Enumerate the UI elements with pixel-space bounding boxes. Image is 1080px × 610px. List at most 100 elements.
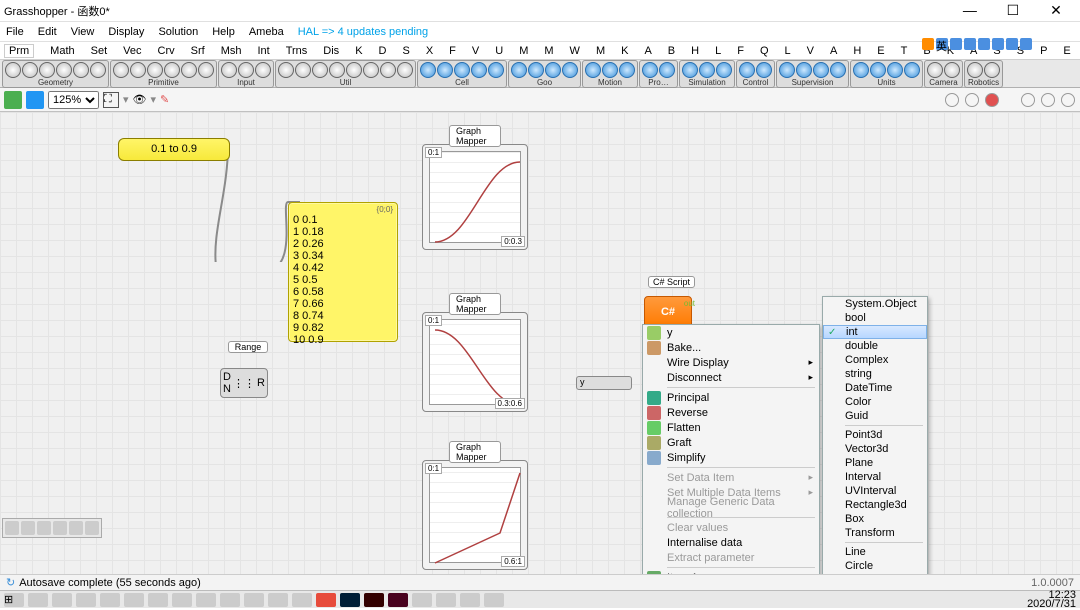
shade-mode-2[interactable] <box>1041 93 1055 107</box>
type-complex[interactable]: Complex <box>823 353 927 367</box>
tool-icon[interactable] <box>659 62 675 78</box>
tool-icon[interactable] <box>739 62 755 78</box>
tool-icon[interactable] <box>164 62 180 78</box>
tool-icon[interactable] <box>511 62 527 78</box>
type-int[interactable]: int <box>823 325 927 339</box>
graph-mapper-1[interactable]: Graph Mapper 0:1 0:0.3 <box>422 144 528 250</box>
tool-icon[interactable] <box>984 62 1000 78</box>
tool-icon[interactable] <box>221 62 237 78</box>
tool-icon[interactable] <box>181 62 197 78</box>
canvas[interactable]: 0.1 to 0.9 Range DN ⋮⋮ R {0;0} 0 0.11 0.… <box>0 112 1080 574</box>
tab-m[interactable]: M <box>544 45 553 57</box>
menu-solution[interactable]: Solution <box>158 26 198 38</box>
qt-5[interactable] <box>69 521 83 535</box>
tool-icon[interactable] <box>420 62 436 78</box>
tab-math[interactable]: Math <box>50 45 74 57</box>
tab-a[interactable]: A <box>830 45 837 57</box>
tool-icon[interactable] <box>73 62 89 78</box>
tool-icon[interactable] <box>295 62 311 78</box>
tool-icon[interactable] <box>642 62 658 78</box>
tool-icon[interactable] <box>779 62 795 78</box>
tool-icon[interactable] <box>585 62 601 78</box>
start-button[interactable]: ⊞ <box>4 593 24 607</box>
zoom-select[interactable]: 125% <box>48 91 99 109</box>
tab-s[interactable]: S <box>402 45 409 57</box>
display-mode-3[interactable] <box>985 93 999 107</box>
ctx-reverse[interactable]: Reverse <box>643 405 819 420</box>
menu-edit[interactable]: Edit <box>38 26 57 38</box>
tab-f[interactable]: F <box>449 45 456 57</box>
tab-k[interactable]: K <box>621 45 628 57</box>
tab-k[interactable]: K <box>355 45 362 57</box>
tool-icon[interactable] <box>944 62 960 78</box>
type-box[interactable]: Box <box>823 512 927 526</box>
type-uvinterval[interactable]: UVInterval <box>823 484 927 498</box>
ctx-wire-display[interactable]: Wire Display <box>643 355 819 370</box>
tool-icon[interactable] <box>796 62 812 78</box>
graph-mapper-2[interactable]: Graph Mapper 0:1 0.3:0.6 <box>422 312 528 412</box>
ctx-simplify[interactable]: Simplify <box>643 450 819 465</box>
tab-h[interactable]: H <box>691 45 699 57</box>
type-datetime[interactable]: DateTime <box>823 381 927 395</box>
type-vector3d[interactable]: Vector3d <box>823 442 927 456</box>
menu-ameba[interactable]: Ameba <box>249 26 284 38</box>
type-rectangle3d[interactable]: Rectangle3d <box>823 498 927 512</box>
open-icon[interactable] <box>26 91 44 109</box>
type-line[interactable]: Line <box>823 545 927 559</box>
type-plane[interactable]: Plane <box>823 456 927 470</box>
tab-prm[interactable]: Prm <box>4 44 34 58</box>
preview-icon[interactable]: 👁 <box>133 93 147 106</box>
tab-crv[interactable]: Crv <box>158 45 175 57</box>
ctx-internalise-data[interactable]: Internalise data <box>643 535 819 550</box>
tool-icon[interactable] <box>397 62 413 78</box>
taskview-button[interactable] <box>52 593 72 607</box>
tab-int[interactable]: Int <box>257 45 269 57</box>
ctx-y[interactable]: y <box>643 325 819 340</box>
tool-icon[interactable] <box>870 62 886 78</box>
sketch-icon[interactable]: ✎ <box>160 93 169 106</box>
tab-u[interactable]: U <box>495 45 503 57</box>
tool-icon[interactable] <box>927 62 943 78</box>
tab-a[interactable]: A <box>644 45 651 57</box>
type-string[interactable]: string <box>823 367 927 381</box>
tab-trns[interactable]: Trns <box>286 45 308 57</box>
tool-icon[interactable] <box>853 62 869 78</box>
qt-3[interactable] <box>37 521 51 535</box>
type-transform[interactable]: Transform <box>823 526 927 540</box>
tool-icon[interactable] <box>545 62 561 78</box>
tool-icon[interactable] <box>904 62 920 78</box>
type-circle[interactable]: Circle <box>823 559 927 573</box>
tab-w[interactable]: W <box>570 45 580 57</box>
tab-b[interactable]: B <box>668 45 675 57</box>
tool-icon[interactable] <box>130 62 146 78</box>
tool-icon[interactable] <box>887 62 903 78</box>
type-guid[interactable]: Guid <box>823 409 927 423</box>
panel-component[interactable]: {0;0} 0 0.11 0.182 0.263 0.344 0.425 0.5… <box>288 202 398 342</box>
ctx-flatten[interactable]: Flatten <box>643 420 819 435</box>
tool-icon[interactable] <box>238 62 254 78</box>
menu-display[interactable]: Display <box>108 26 144 38</box>
tab-msh[interactable]: Msh <box>221 45 242 57</box>
tool-icon[interactable] <box>699 62 715 78</box>
tool-icon[interactable] <box>363 62 379 78</box>
tab-set[interactable]: Set <box>91 45 108 57</box>
type-system-object[interactable]: System.Object <box>823 297 927 311</box>
tool-icon[interactable] <box>528 62 544 78</box>
tool-icon[interactable] <box>312 62 328 78</box>
tool-icon[interactable] <box>471 62 487 78</box>
tool-icon[interactable] <box>113 62 129 78</box>
tool-icon[interactable] <box>967 62 983 78</box>
hal-updates-link[interactable]: HAL => 4 updates pending <box>298 26 428 38</box>
type-double[interactable]: double <box>823 339 927 353</box>
tab-q[interactable]: Q <box>760 45 769 57</box>
type-point3d[interactable]: Point3d <box>823 428 927 442</box>
tab-l[interactable]: L <box>715 45 721 57</box>
tool-icon[interactable] <box>602 62 618 78</box>
tool-icon[interactable] <box>380 62 396 78</box>
menu-help[interactable]: Help <box>212 26 235 38</box>
graph-mapper-3[interactable]: Graph Mapper 0:1 0.6:1 <box>422 460 528 570</box>
type-color[interactable]: Color <box>823 395 927 409</box>
tab-f[interactable]: F <box>737 45 744 57</box>
tool-icon[interactable] <box>813 62 829 78</box>
tool-icon[interactable] <box>22 62 38 78</box>
